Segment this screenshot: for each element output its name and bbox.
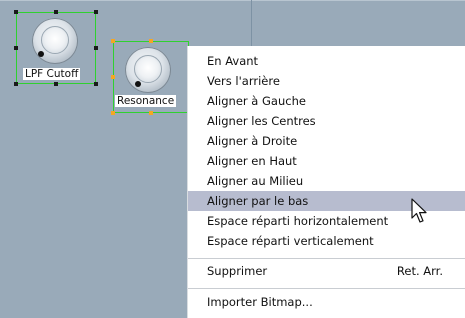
resize-handle[interactable] bbox=[54, 82, 58, 86]
menu-item-align-middle[interactable]: Aligner au Milieu bbox=[188, 171, 465, 191]
menu-item-distribute-vertically[interactable]: Espace réparti verticalement bbox=[188, 231, 465, 251]
resize-handle[interactable] bbox=[94, 10, 98, 14]
resize-handle[interactable] bbox=[14, 82, 18, 86]
menu-item-bring-forward[interactable]: En Avant bbox=[188, 51, 465, 71]
resize-handle[interactable] bbox=[111, 75, 115, 79]
resize-handle[interactable] bbox=[14, 46, 18, 50]
resize-handle[interactable] bbox=[54, 10, 58, 14]
resize-handle[interactable] bbox=[149, 111, 153, 115]
menu-item-align-centers[interactable]: Aligner les Centres bbox=[188, 111, 465, 131]
menu-item-align-top[interactable]: Aligner en Haut bbox=[188, 151, 465, 171]
menu-item-label: Vers l'arrière bbox=[207, 74, 280, 88]
context-menu: En Avant Vers l'arrière Aligner à Gauche… bbox=[187, 46, 465, 318]
resize-handle[interactable] bbox=[14, 10, 18, 14]
menu-item-import-bitmap[interactable]: Importer Bitmap... bbox=[188, 292, 465, 312]
menu-item-label: Aligner par le bas bbox=[207, 194, 309, 208]
menu-item-label: Aligner au Milieu bbox=[207, 174, 304, 188]
menu-item-label: Aligner les Centres bbox=[207, 114, 316, 128]
knob-label: Resonance bbox=[115, 95, 177, 107]
menu-item-label: Supprimer bbox=[207, 264, 268, 278]
arrow-pointer-icon bbox=[411, 198, 429, 228]
knob-resonance[interactable]: Resonance bbox=[109, 37, 191, 115]
menu-item-delete[interactable]: Supprimer Ret. Arr. bbox=[188, 261, 465, 281]
menu-item-label: Aligner à Gauche bbox=[207, 94, 306, 108]
menu-separator bbox=[188, 258, 465, 259]
rotary-knob[interactable] bbox=[125, 47, 171, 93]
resize-handle[interactable] bbox=[111, 39, 115, 43]
knob-cap bbox=[41, 26, 69, 54]
menu-separator bbox=[188, 288, 465, 289]
canvas-top-edge bbox=[0, 0, 465, 1]
knob-lpf-cutoff[interactable]: LPF Cutoff bbox=[12, 10, 98, 86]
menu-item-shortcut: Ret. Arr. bbox=[396, 264, 443, 278]
menu-item-align-left[interactable]: Aligner à Gauche bbox=[188, 91, 465, 111]
menu-item-label: Espace réparti horizontalement bbox=[207, 214, 389, 228]
knob-cap bbox=[134, 55, 162, 83]
knob-indicator-dot bbox=[38, 51, 44, 57]
knob-label: LPF Cutoff bbox=[23, 68, 81, 80]
menu-item-label: En Avant bbox=[207, 54, 259, 68]
menu-item-label: Espace réparti verticalement bbox=[207, 234, 374, 248]
rotary-knob[interactable] bbox=[32, 18, 78, 64]
menu-item-label: Aligner en Haut bbox=[207, 154, 297, 168]
menu-item-label: Aligner à Droite bbox=[207, 134, 298, 148]
knob-indicator-dot bbox=[135, 81, 141, 87]
menu-item-align-right[interactable]: Aligner à Droite bbox=[188, 131, 465, 151]
resize-handle[interactable] bbox=[94, 82, 98, 86]
menu-item-send-backward[interactable]: Vers l'arrière bbox=[188, 71, 465, 91]
resize-handle[interactable] bbox=[94, 46, 98, 50]
menu-item-label: Importer Bitmap... bbox=[207, 295, 313, 309]
resize-handle[interactable] bbox=[149, 39, 153, 43]
resize-handle[interactable] bbox=[111, 111, 115, 115]
